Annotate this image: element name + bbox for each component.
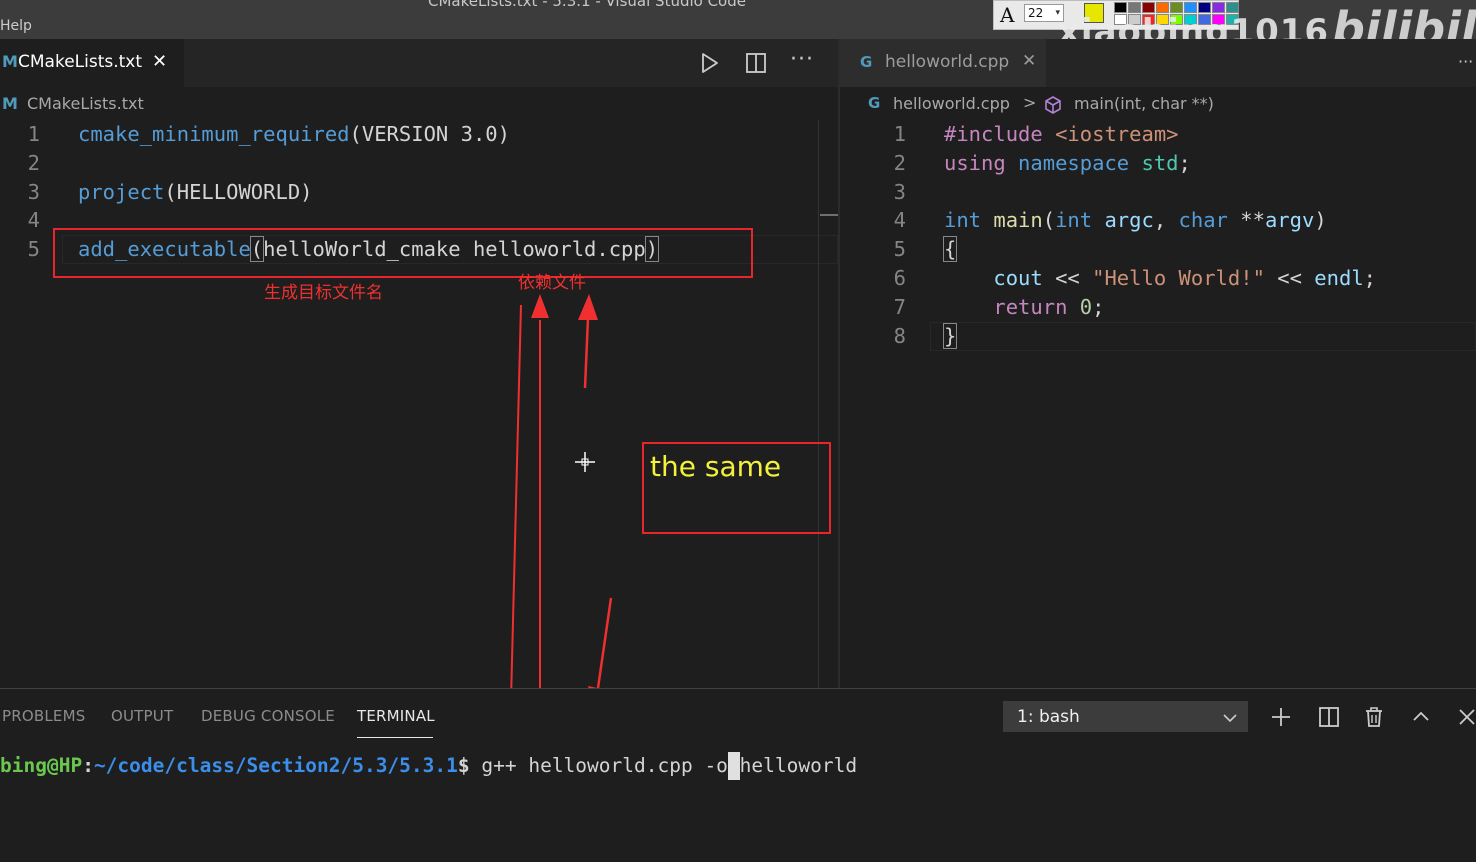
- code-line: using namespace std;: [944, 151, 1191, 175]
- line-number: 4: [893, 208, 906, 232]
- cpp-file-icon: G: [860, 53, 873, 71]
- tab-cmakelists[interactable]: M CMakeLists.txt ✕: [0, 39, 184, 87]
- cmake-file-icon: M: [2, 52, 18, 71]
- window-title: CMakeLists.txt - 5.3.1 - Visual Studio C…: [428, 0, 746, 10]
- left-editor-tabbar: M CMakeLists.txt ✕ ···: [0, 39, 838, 87]
- code-line: cmake_minimum_required(VERSION 3.0): [78, 122, 510, 146]
- tab-problems[interactable]: PROBLEMS: [2, 707, 85, 725]
- tab-debug-console[interactable]: DEBUG CONSOLE: [201, 707, 335, 725]
- breadcrumb-separator: >: [1023, 93, 1037, 112]
- font-icon[interactable]: A: [1000, 3, 1014, 27]
- crosshair-cursor-icon: [575, 452, 595, 472]
- chevron-up-icon[interactable]: [1409, 705, 1433, 729]
- terminal-command: g++ helloworld.cpp -o: [469, 754, 728, 777]
- chevron-down-icon: [1223, 714, 1237, 723]
- cmake-file-icon: M: [2, 94, 18, 113]
- tab-output[interactable]: OUTPUT: [111, 707, 173, 725]
- terminal-cursor: [727, 752, 740, 780]
- line-number: 1: [27, 122, 40, 146]
- current-line-highlight: [930, 322, 1476, 351]
- terminal-prompt-line[interactable]: bing@HP:~/code/class/Section2/5.3/5.3.1$…: [0, 752, 857, 780]
- editor-group-divider[interactable]: [838, 39, 840, 688]
- code-line: return 0;: [993, 295, 1105, 319]
- line-number: 2: [893, 151, 906, 175]
- prompt-user: bing@HP: [0, 754, 83, 777]
- breadcrumb-file[interactable]: CMakeLists.txt: [27, 94, 144, 113]
- breadcrumb-symbol[interactable]: main(int, char **): [1074, 94, 1214, 113]
- new-terminal-icon[interactable]: [1269, 705, 1293, 729]
- split-editor-icon[interactable]: [745, 52, 767, 74]
- prompt-path: ~/code/class/Section2/5.3/5.3.1: [93, 754, 458, 777]
- vertical-scrollbar[interactable]: [818, 120, 838, 688]
- line-number: 5: [27, 237, 40, 261]
- run-icon[interactable]: [697, 51, 721, 75]
- line-number: 5: [893, 237, 906, 261]
- cpp-file-icon: G: [868, 94, 881, 112]
- terminal-select[interactable]: 1: bash: [1003, 701, 1248, 732]
- annotation-box-add-executable: [53, 228, 753, 278]
- code-line: cout << "Hello World!" << endl;: [993, 266, 1377, 290]
- annotation-target-label: 生成目标文件名: [264, 283, 383, 303]
- tab-label: CMakeLists.txt: [18, 52, 143, 72]
- breadcrumb-file[interactable]: helloworld.cpp: [893, 94, 1010, 113]
- terminal-select-value: 1: bash: [1017, 707, 1080, 727]
- terminal-command-rest: helloworld: [739, 754, 858, 777]
- active-tab-indicator: [357, 737, 433, 738]
- line-number: 2: [27, 151, 40, 175]
- close-panel-icon[interactable]: [1455, 705, 1476, 729]
- annotation-same-label: the same: [650, 450, 782, 483]
- font-size-value: 22: [1028, 6, 1044, 20]
- close-icon[interactable]: ✕: [1022, 51, 1036, 71]
- line-number: 3: [893, 180, 906, 204]
- code-line: project(HELLOWORLD): [78, 180, 313, 204]
- close-icon[interactable]: ✕: [152, 51, 167, 72]
- tab-helloworld-cpp[interactable]: G helloworld.cpp ✕: [840, 39, 1046, 87]
- annotation-dependency-label: 依赖文件: [518, 273, 586, 293]
- tab-terminal[interactable]: TERMINAL: [357, 707, 435, 725]
- split-terminal-icon[interactable]: [1317, 705, 1341, 729]
- line-number: 6: [893, 266, 906, 290]
- line-number: 3: [27, 180, 40, 204]
- scroll-position-marker: [820, 214, 838, 216]
- trash-icon[interactable]: [1362, 705, 1386, 729]
- right-editor-tabbar: G helloworld.cpp ✕: [840, 39, 1476, 87]
- menu-help[interactable]: Help: [0, 18, 32, 34]
- code-line: int main(int argc, char **argv): [944, 208, 1327, 232]
- line-number: 8: [893, 324, 906, 348]
- line-number: 4: [27, 208, 40, 232]
- line-number: 7: [893, 295, 906, 319]
- method-symbol-icon: [1045, 96, 1061, 114]
- more-actions-icon[interactable]: ···: [1458, 52, 1473, 71]
- code-line: }: [942, 323, 958, 349]
- more-actions-icon[interactable]: ···: [790, 47, 814, 72]
- line-number: 1: [893, 122, 906, 146]
- tab-label: helloworld.cpp: [885, 52, 1010, 72]
- code-line: #include <iostream>: [944, 122, 1179, 146]
- code-line: {: [942, 236, 958, 262]
